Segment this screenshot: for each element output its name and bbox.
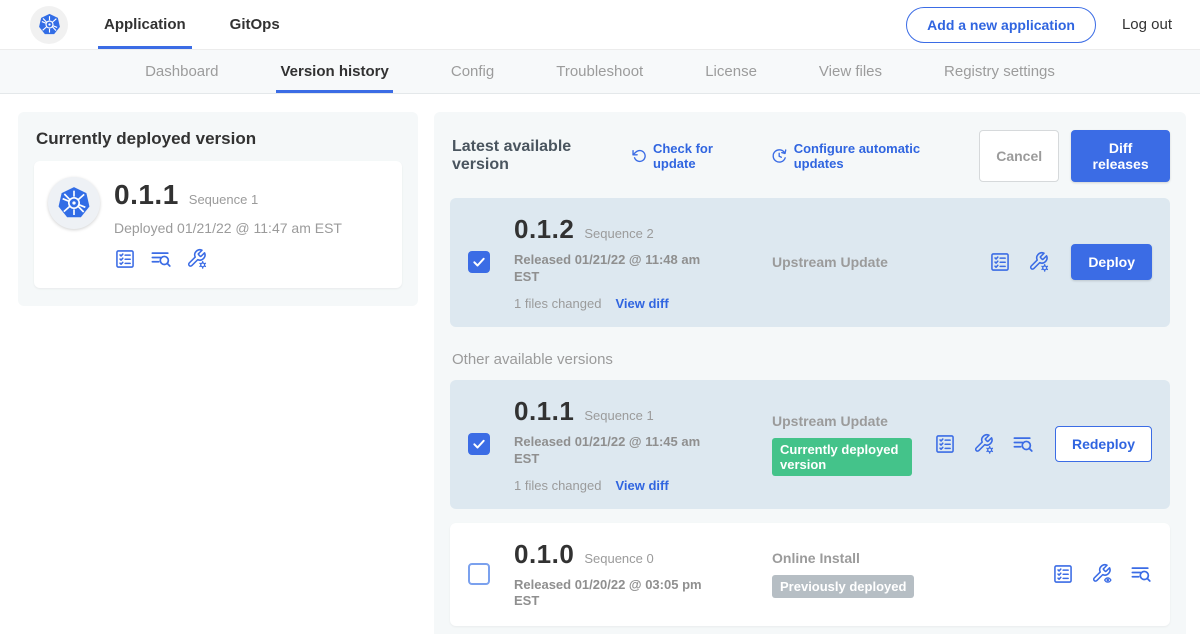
add-new-application-button[interactable]: Add a new application: [906, 7, 1096, 43]
tab-gitops[interactable]: GitOps: [230, 0, 280, 49]
check-for-update-link[interactable]: Check for update: [631, 141, 750, 171]
subnav-troubleshoot[interactable]: Troubleshoot: [556, 50, 643, 93]
app-nav: Application GitOps: [104, 0, 280, 49]
subnav-license[interactable]: License: [705, 50, 757, 93]
configure-automatic-updates-label: Configure automatic updates: [794, 141, 958, 171]
deployed-timestamp: Deployed 01/21/22 @ 11:47 am EST: [114, 220, 342, 236]
edit-config-icon[interactable]: [1028, 251, 1050, 273]
tab-application[interactable]: Application: [104, 0, 186, 49]
version-number: 0.1.0: [514, 539, 574, 570]
cancel-button[interactable]: Cancel: [979, 130, 1059, 182]
latest-available-title: Latest available version: [452, 138, 617, 174]
subnav-dashboard[interactable]: Dashboard: [145, 50, 218, 93]
previously-deployed-badge: Previously deployed: [772, 575, 914, 598]
logout-link[interactable]: Log out: [1122, 16, 1172, 33]
view-diff-link[interactable]: View diff: [615, 296, 668, 311]
preflight-checks-icon[interactable]: [934, 433, 956, 455]
deploy-logs-icon[interactable]: [150, 248, 172, 270]
app-icon: [48, 177, 100, 229]
version-released: Released 01/21/22 @ 11:48 am EST: [514, 252, 719, 286]
deploy-button[interactable]: Deploy: [1071, 244, 1152, 280]
other-versions-title: Other available versions: [452, 351, 1170, 368]
version-sequence: Sequence 1: [584, 408, 653, 423]
preflight-checks-icon[interactable]: [989, 251, 1011, 273]
currently-deployed-panel: Currently deployed version 0.1.1 Sequenc…: [18, 112, 418, 306]
version-number: 0.1.1: [514, 396, 574, 427]
version-checkbox[interactable]: [468, 563, 490, 585]
subnav-registry-settings[interactable]: Registry settings: [944, 50, 1055, 93]
deploy-logs-icon[interactable]: [1130, 563, 1152, 585]
deploy-logs-icon[interactable]: [1012, 433, 1034, 455]
configure-automatic-updates-link[interactable]: Configure automatic updates: [771, 141, 957, 171]
redeploy-button[interactable]: Redeploy: [1055, 426, 1152, 462]
subnav-version-history[interactable]: Version history: [280, 50, 388, 93]
top-bar: Application GitOps Add a new application…: [0, 0, 1200, 50]
version-source: Upstream Update: [772, 413, 912, 429]
version-released: Released 01/20/22 @ 03:05 pm EST: [514, 577, 719, 611]
edit-config-icon[interactable]: [973, 433, 995, 455]
preflight-checks-icon[interactable]: [114, 248, 136, 270]
version-sequence: Sequence 2: [584, 226, 653, 241]
tab-application-label: Application: [104, 16, 186, 33]
check-for-update-label: Check for update: [653, 141, 749, 171]
available-versions-panel: Latest available version Check for updat…: [434, 112, 1186, 634]
view-config-icon[interactable]: [1091, 563, 1113, 585]
version-source: Online Install: [772, 550, 1030, 566]
deployed-version-number: 0.1.1: [114, 179, 179, 211]
preflight-checks-icon[interactable]: [1052, 563, 1074, 585]
version-released: Released 01/21/22 @ 11:45 am EST: [514, 434, 719, 468]
version-number: 0.1.2: [514, 214, 574, 245]
view-diff-link[interactable]: View diff: [615, 478, 668, 493]
app-subnav: Dashboard Version history Config Trouble…: [0, 50, 1200, 94]
edit-config-icon[interactable]: [186, 248, 208, 270]
deployed-sequence: Sequence 1: [189, 192, 258, 207]
version-sequence: Sequence 0: [584, 551, 653, 566]
subnav-view-files[interactable]: View files: [819, 50, 882, 93]
kubernetes-logo-icon: [30, 6, 68, 44]
currently-deployed-title: Currently deployed version: [36, 129, 402, 149]
version-checkbox[interactable]: [468, 251, 490, 273]
version-row-0-1-2: 0.1.2 Sequence 2 Released 01/21/22 @ 11:…: [450, 198, 1170, 327]
refresh-icon: [631, 147, 647, 165]
subnav-config[interactable]: Config: [451, 50, 494, 93]
clock-refresh-icon: [771, 147, 787, 165]
version-row-0-1-0: 0.1.0 Sequence 0 Released 01/20/22 @ 03:…: [450, 523, 1170, 627]
currently-deployed-badge: Currently deployed version: [772, 438, 912, 476]
version-source: Upstream Update: [772, 254, 967, 270]
deployed-version-card: 0.1.1 Sequence 1 Deployed 01/21/22 @ 11:…: [34, 161, 402, 288]
files-changed: 1 files changed: [514, 478, 601, 493]
version-row-0-1-1: 0.1.1 Sequence 1 Released 01/21/22 @ 11:…: [450, 380, 1170, 509]
version-checkbox[interactable]: [468, 433, 490, 455]
diff-releases-button[interactable]: Diff releases: [1071, 130, 1170, 182]
files-changed: 1 files changed: [514, 296, 601, 311]
tab-gitops-label: GitOps: [230, 16, 280, 33]
